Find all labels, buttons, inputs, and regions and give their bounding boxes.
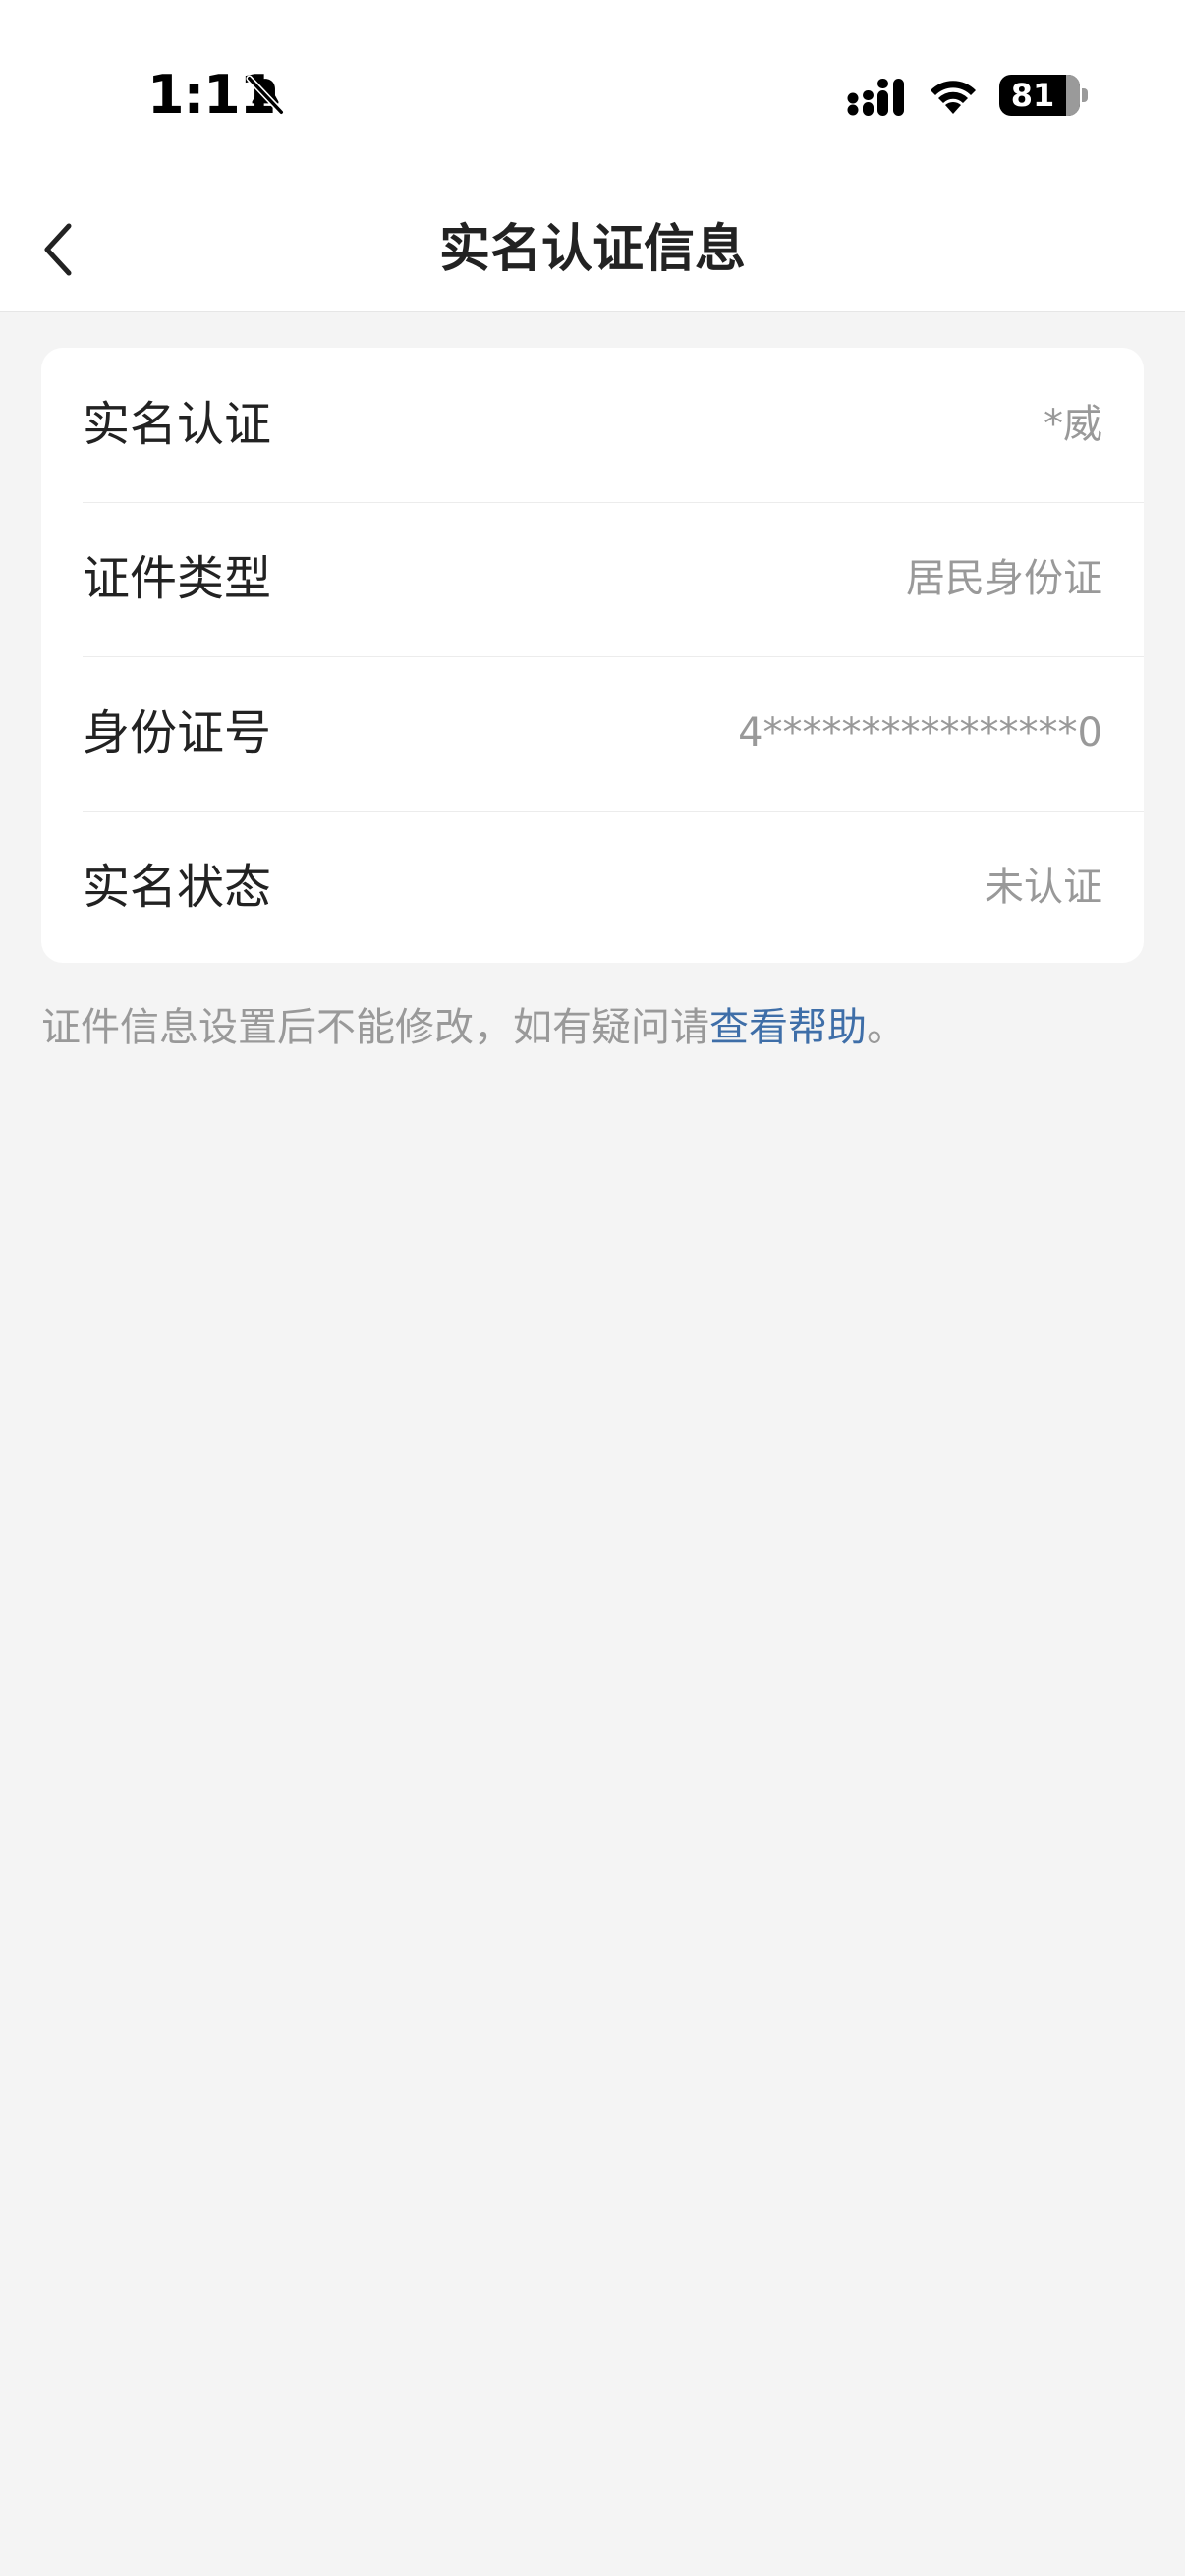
view-help-link[interactable]: 查看帮助 bbox=[709, 1005, 867, 1050]
notice-text: 证件信息设置后不能修改，如有疑问请查看帮助。 bbox=[41, 998, 1142, 1057]
row-label: 实名状态 bbox=[83, 860, 272, 915]
battery-icon: 81 bbox=[999, 75, 1080, 116]
identity-info-card: 实名认证 *威 证件类型 居民身份证 身份证号 4***************… bbox=[41, 348, 1144, 963]
wifi-icon bbox=[931, 81, 976, 114]
notice-suffix: 。 bbox=[867, 1005, 906, 1050]
status-bar: 1:11 81 bbox=[0, 0, 1185, 187]
battery-level: 81 bbox=[1010, 77, 1055, 114]
row-label: 证件类型 bbox=[83, 551, 272, 606]
row-id-type: 证件类型 居民身份证 bbox=[41, 502, 1144, 656]
row-label: 实名认证 bbox=[83, 397, 272, 452]
row-real-name: 实名认证 *威 bbox=[41, 348, 1144, 502]
row-verification-status: 实名状态 未认证 bbox=[41, 811, 1144, 963]
row-value: 未认证 bbox=[985, 865, 1102, 910]
notice-message: 证件信息设置后不能修改，如有疑问请 bbox=[41, 1005, 709, 1050]
cellular-signal-icon bbox=[847, 79, 904, 116]
page-title: 实名认证信息 bbox=[438, 220, 746, 279]
row-label: 身份证号 bbox=[83, 705, 272, 760]
chevron-left-icon bbox=[44, 223, 72, 276]
row-value: 4****************0 bbox=[738, 710, 1102, 756]
row-id-number: 身份证号 4****************0 bbox=[41, 656, 1144, 811]
back-button[interactable] bbox=[24, 210, 102, 289]
bell-muted-icon bbox=[246, 75, 285, 116]
row-value: *威 bbox=[1044, 402, 1102, 447]
navigation-bar: 实名认证信息 bbox=[0, 187, 1185, 312]
row-value: 居民身份证 bbox=[906, 556, 1102, 601]
battery-cap bbox=[1082, 88, 1088, 102]
